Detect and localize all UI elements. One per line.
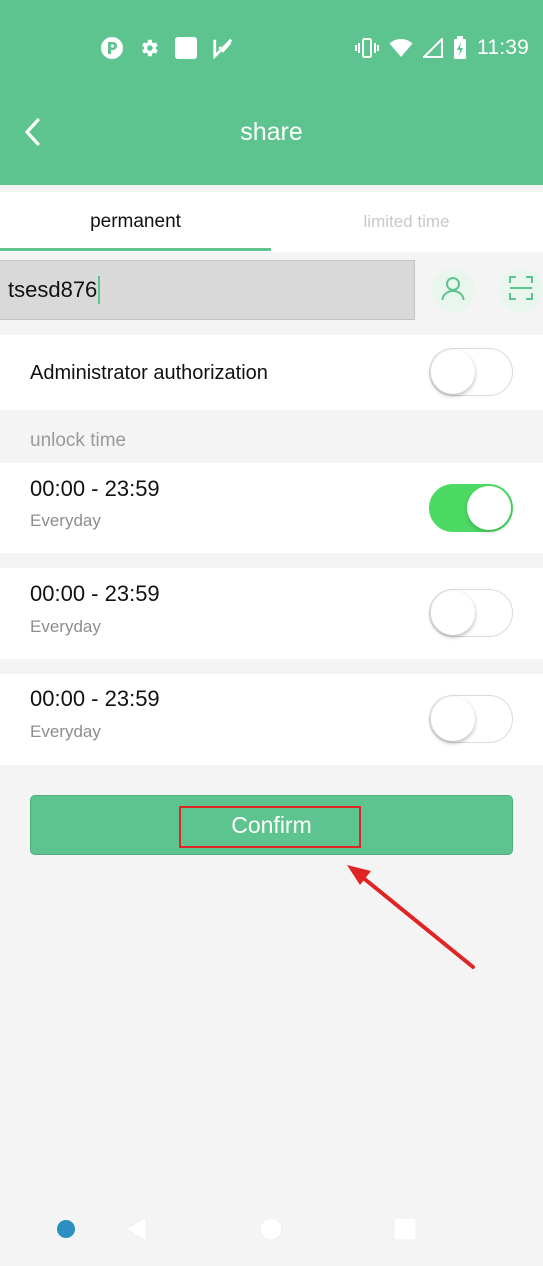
unlock-slot-time: 00:00 - 23:59 — [30, 686, 160, 711]
app-header: 11:39 share — [0, 0, 543, 185]
status-time: 11:39 — [477, 36, 529, 59]
wifi-icon — [389, 38, 413, 58]
back-triangle-icon — [124, 1215, 148, 1247]
unlock-slot-3-toggle[interactable] — [429, 695, 513, 743]
toggle-knob — [431, 697, 475, 741]
unlock-slot-1-toggle[interactable] — [429, 484, 513, 532]
toggle-knob — [431, 591, 475, 635]
page-title: share — [240, 118, 303, 146]
vibrate-icon — [355, 37, 379, 59]
scan-icon — [508, 275, 534, 306]
toggle-knob — [431, 350, 475, 394]
checkmark-app-icon — [212, 37, 234, 59]
unlock-slot-row[interactable]: 00:00 - 23:59 Everyday — [0, 568, 543, 659]
app-logo-icon — [100, 36, 124, 60]
status-left-icons — [100, 35, 234, 61]
square-notification-icon — [174, 36, 198, 60]
unlock-slot-2-toggle[interactable] — [429, 589, 513, 637]
active-tab-indicator — [0, 248, 271, 251]
battery-charging-icon — [453, 36, 467, 60]
recents-square-icon — [393, 1217, 417, 1246]
text-cursor — [98, 276, 101, 304]
nav-recents-button[interactable] — [387, 1213, 423, 1249]
unlock-slot-repeat: Everyday — [30, 722, 101, 741]
share-type-tabs: permanent limited time — [0, 192, 543, 252]
annotation-arrow-icon — [347, 865, 475, 969]
unlock-slot-row[interactable]: 00:00 - 23:59 Everyday — [0, 674, 543, 765]
tab-limited-time[interactable]: limited time — [271, 192, 542, 252]
person-icon — [440, 275, 466, 306]
unlock-slot-row[interactable]: 00:00 - 23:59 Everyday — [0, 463, 543, 553]
unlock-slot-repeat: Everyday — [30, 617, 101, 636]
status-bar: 11:39 — [0, 0, 543, 95]
confirm-button[interactable]: Confirm — [30, 795, 513, 855]
unlock-slot-time: 00:00 - 23:59 — [30, 581, 160, 606]
system-navigation-bar — [0, 1196, 543, 1266]
confirm-button-label: Confirm — [231, 811, 312, 838]
nav-home-button[interactable] — [253, 1213, 289, 1249]
account-input[interactable]: tsesd876 — [0, 260, 415, 320]
admin-authorization-toggle[interactable] — [429, 348, 513, 396]
account-input-value: tsesd876 — [8, 277, 98, 302]
cellular-signal-icon — [423, 38, 443, 58]
toggle-knob — [467, 486, 511, 530]
unlock-time-heading: unlock time — [30, 430, 127, 451]
select-contact-button[interactable] — [431, 268, 475, 312]
scan-button[interactable] — [499, 268, 543, 312]
assistant-dot-icon — [56, 1219, 76, 1244]
unlock-slot-repeat: Everyday — [30, 511, 101, 530]
admin-authorization-row: Administrator authorization — [0, 335, 543, 410]
assistant-button[interactable] — [48, 1213, 84, 1249]
unlock-slot-time: 00:00 - 23:59 — [30, 476, 160, 501]
tab-permanent[interactable]: permanent — [0, 192, 271, 252]
nav-back-button[interactable] — [118, 1213, 154, 1249]
status-right-icons: 11:39 — [355, 35, 529, 61]
settings-icon — [138, 37, 160, 59]
home-circle-icon — [259, 1217, 283, 1246]
admin-authorization-label: Administrator authorization — [30, 362, 268, 384]
